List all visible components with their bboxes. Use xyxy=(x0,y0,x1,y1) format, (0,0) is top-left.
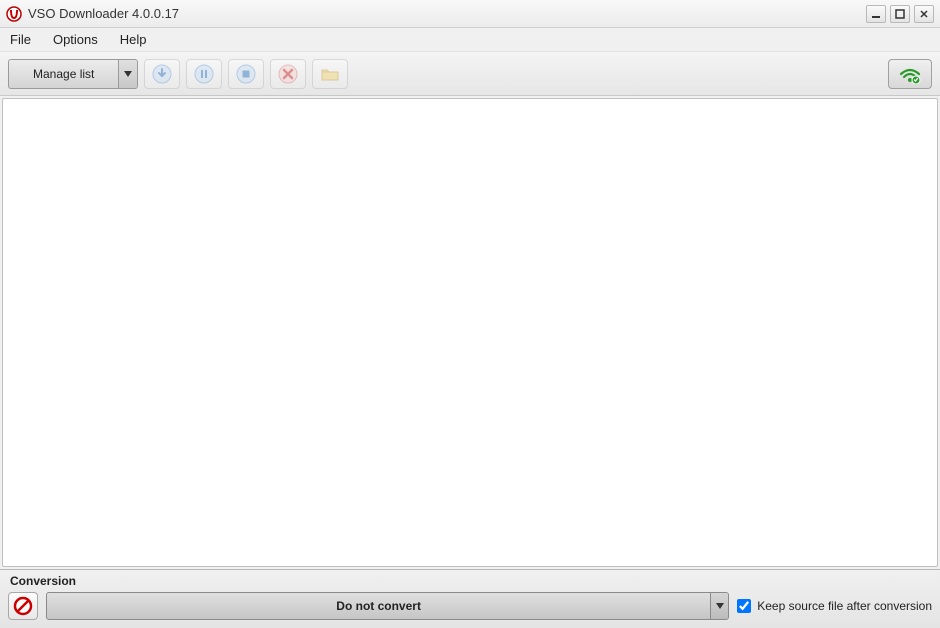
wifi-icon xyxy=(898,64,922,84)
conversion-format-dropdown[interactable] xyxy=(710,593,728,619)
conversion-panel: Conversion Do not convert Keep source fi… xyxy=(0,569,940,628)
pause-icon xyxy=(194,64,214,84)
folder-icon xyxy=(320,64,340,84)
app-icon xyxy=(6,6,22,22)
toolbar: Manage list xyxy=(0,52,940,96)
prohibit-icon xyxy=(13,596,33,616)
download-button[interactable] xyxy=(144,59,180,89)
window-title: VSO Downloader 4.0.0.17 xyxy=(28,6,179,21)
open-folder-button[interactable] xyxy=(312,59,348,89)
manage-list-button[interactable]: Manage list xyxy=(8,59,138,89)
keep-source-checkbox-wrap[interactable]: Keep source file after conversion xyxy=(737,599,932,613)
delete-icon xyxy=(278,64,298,84)
close-button[interactable] xyxy=(914,5,934,23)
manage-list-label: Manage list xyxy=(9,60,119,88)
conversion-section-label: Conversion xyxy=(8,572,932,592)
delete-button[interactable] xyxy=(270,59,306,89)
keep-source-label: Keep source file after conversion xyxy=(757,599,932,613)
download-icon xyxy=(152,64,172,84)
manage-list-dropdown[interactable] xyxy=(119,60,137,88)
conversion-format-label: Do not convert xyxy=(47,593,710,619)
keep-source-checkbox[interactable] xyxy=(737,599,751,613)
menu-options[interactable]: Options xyxy=(49,30,102,49)
network-status-button[interactable] xyxy=(888,59,932,89)
stop-button[interactable] xyxy=(228,59,264,89)
menu-help[interactable]: Help xyxy=(116,30,151,49)
pause-button[interactable] xyxy=(186,59,222,89)
menu-file[interactable]: File xyxy=(6,30,35,49)
menubar: File Options Help xyxy=(0,28,940,52)
no-convert-button[interactable] xyxy=(8,592,38,620)
minimize-button[interactable] xyxy=(866,5,886,23)
titlebar: VSO Downloader 4.0.0.17 xyxy=(0,0,940,28)
stop-icon xyxy=(236,64,256,84)
maximize-button[interactable] xyxy=(890,5,910,23)
download-list-area[interactable] xyxy=(2,98,938,567)
conversion-format-combo[interactable]: Do not convert xyxy=(46,592,729,620)
